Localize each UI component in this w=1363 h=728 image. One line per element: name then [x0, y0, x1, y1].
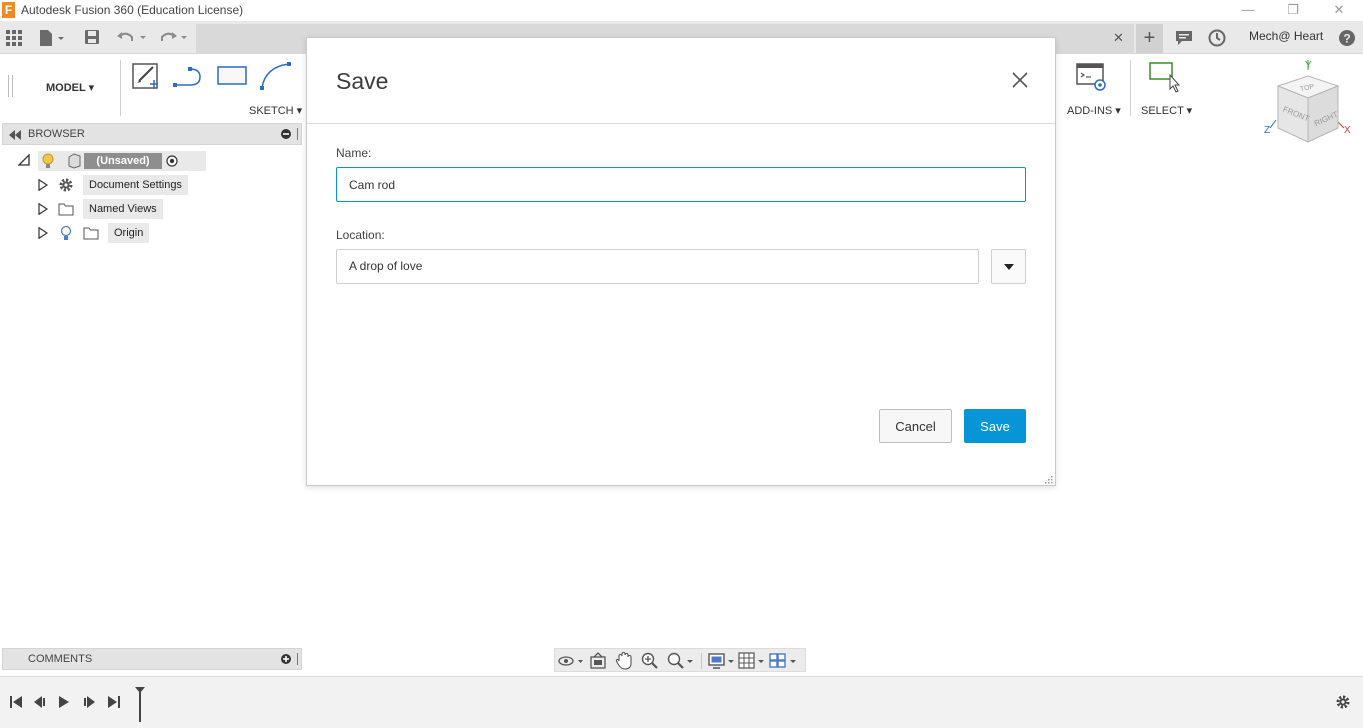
- document-tab-close-icon[interactable]: ✕: [1113, 30, 1124, 46]
- browser-resize-handle[interactable]: [297, 128, 298, 140]
- file-menu-icon[interactable]: [38, 29, 66, 47]
- visibility-lightbulb-icon[interactable]: [42, 153, 54, 169]
- axis-y-label: Y: [1305, 60, 1312, 71]
- comments-title: COMMENTS: [28, 653, 93, 665]
- rectangle-tool-icon[interactable]: [216, 65, 248, 87]
- minimize-button[interactable]: —: [1238, 1, 1258, 19]
- browser-item-document-settings[interactable]: Document Settings: [36, 175, 196, 195]
- arc-tool-icon[interactable]: [259, 61, 293, 91]
- toolbar-grip: [8, 75, 9, 97]
- browser-item-origin[interactable]: Origin: [36, 223, 196, 243]
- expand-triangle-icon[interactable]: [38, 179, 48, 191]
- browser-item-label: Origin: [108, 223, 150, 243]
- viewports-icon[interactable]: [769, 652, 799, 670]
- toolbar-divider: [1130, 60, 1131, 116]
- new-tab-button[interactable]: +: [1136, 24, 1163, 53]
- fusion-logo-icon: F: [2, 2, 15, 18]
- go-to-end-icon[interactable]: [107, 695, 121, 709]
- dialog-header: Save: [307, 38, 1055, 124]
- expand-triangle-icon[interactable]: [38, 203, 48, 215]
- scripts-addins-icon[interactable]: [1076, 63, 1108, 91]
- expand-triangle-icon[interactable]: [38, 227, 48, 239]
- location-dropdown-button[interactable]: [991, 249, 1026, 284]
- select-tool-icon[interactable]: [1148, 61, 1182, 93]
- save-button[interactable]: Save: [964, 409, 1026, 443]
- folder-icon: [58, 203, 74, 216]
- name-input[interactable]: [336, 167, 1026, 202]
- zoom-icon[interactable]: [641, 652, 659, 670]
- browser-item-label: Document Settings: [83, 175, 188, 195]
- restore-button[interactable]: ❐: [1283, 1, 1303, 19]
- visibility-lightbulb-off-icon[interactable]: [60, 225, 72, 241]
- notifications-icon[interactable]: [1175, 30, 1193, 46]
- browser-item-named-views[interactable]: Named Views: [36, 199, 196, 219]
- browser-item-label: Named Views: [83, 199, 163, 219]
- step-back-icon[interactable]: [33, 695, 47, 709]
- axis-x-label: X: [1344, 125, 1351, 136]
- timeline-settings-gear-icon[interactable]: [1335, 694, 1351, 710]
- navigation-toolbar: [554, 648, 806, 672]
- dialog-resize-grip-icon[interactable]: [1043, 474, 1053, 484]
- dialog-title: Save: [336, 68, 389, 94]
- comments-resize-handle[interactable]: [297, 653, 298, 665]
- data-panel-grid-icon[interactable]: [6, 30, 22, 46]
- add-comment-icon[interactable]: [281, 654, 291, 664]
- toolbar-grip: [12, 75, 13, 97]
- undo-icon[interactable]: [116, 29, 148, 45]
- location-label: Location:: [336, 228, 385, 242]
- save-icon[interactable]: [84, 29, 100, 45]
- view-cube[interactable]: Y Z X TOP FRONT RIGHT: [1262, 58, 1358, 148]
- step-forward-icon[interactable]: [82, 695, 96, 709]
- dialog-close-icon[interactable]: [1010, 70, 1030, 90]
- collapse-triangle-icon[interactable]: [18, 154, 30, 166]
- fit-zoom-icon[interactable]: [667, 652, 695, 670]
- job-status-clock-icon[interactable]: [1208, 29, 1226, 47]
- timeline-bar: [0, 676, 1363, 728]
- display-settings-icon[interactable]: [708, 652, 736, 670]
- nav-divider: [701, 653, 702, 669]
- browser-panel-header[interactable]: BROWSER: [2, 123, 302, 145]
- orbit-icon[interactable]: [558, 652, 584, 670]
- help-icon[interactable]: ?: [1338, 29, 1356, 47]
- line-tool-icon[interactable]: [172, 63, 204, 89]
- redo-icon[interactable]: [158, 29, 190, 45]
- play-icon[interactable]: [57, 695, 71, 709]
- document-component-icon: [68, 153, 81, 169]
- root-label: (Unsaved): [96, 155, 150, 167]
- grid-snaps-icon[interactable]: [738, 652, 766, 670]
- svg-text:?: ?: [1343, 32, 1350, 46]
- save-dialog: Save Name: Location: A drop of love Canc…: [306, 37, 1056, 486]
- comments-panel-header[interactable]: COMMENTS: [2, 648, 302, 670]
- user-account-menu[interactable]: Mech@ Heart: [1249, 29, 1323, 43]
- window-title: Autodesk Fusion 360 (Education License): [21, 3, 244, 17]
- gear-icon: [59, 178, 73, 192]
- window-close-button[interactable]: ✕: [1329, 1, 1349, 19]
- activate-radio-icon[interactable]: [166, 155, 178, 167]
- location-field[interactable]: A drop of love: [336, 249, 979, 284]
- folder-icon: [83, 227, 99, 240]
- title-bar: F Autodesk Fusion 360 (Education License…: [0, 0, 1363, 21]
- browser-root-node[interactable]: (Unsaved): [16, 151, 206, 171]
- timeline-marker-icon[interactable]: [134, 686, 146, 722]
- addins-menu[interactable]: ADD-INS ▾: [1067, 104, 1121, 117]
- browser-minimize-icon[interactable]: [281, 129, 291, 139]
- collapse-browser-icon[interactable]: [9, 130, 21, 140]
- look-at-icon[interactable]: [590, 652, 606, 670]
- go-to-start-icon[interactable]: [9, 695, 23, 709]
- select-menu[interactable]: SELECT ▾: [1141, 104, 1192, 117]
- workspace-switcher-model[interactable]: MODEL ▾: [46, 81, 94, 94]
- create-sketch-icon[interactable]: [131, 61, 161, 91]
- name-label: Name:: [336, 146, 372, 160]
- axis-z-label: Z: [1264, 125, 1270, 136]
- toolbar-divider: [120, 60, 121, 116]
- cancel-button[interactable]: Cancel: [879, 409, 952, 443]
- browser-title: BROWSER: [28, 128, 85, 140]
- pan-hand-icon[interactable]: [615, 651, 633, 670]
- sketch-menu[interactable]: SKETCH ▾: [249, 104, 302, 117]
